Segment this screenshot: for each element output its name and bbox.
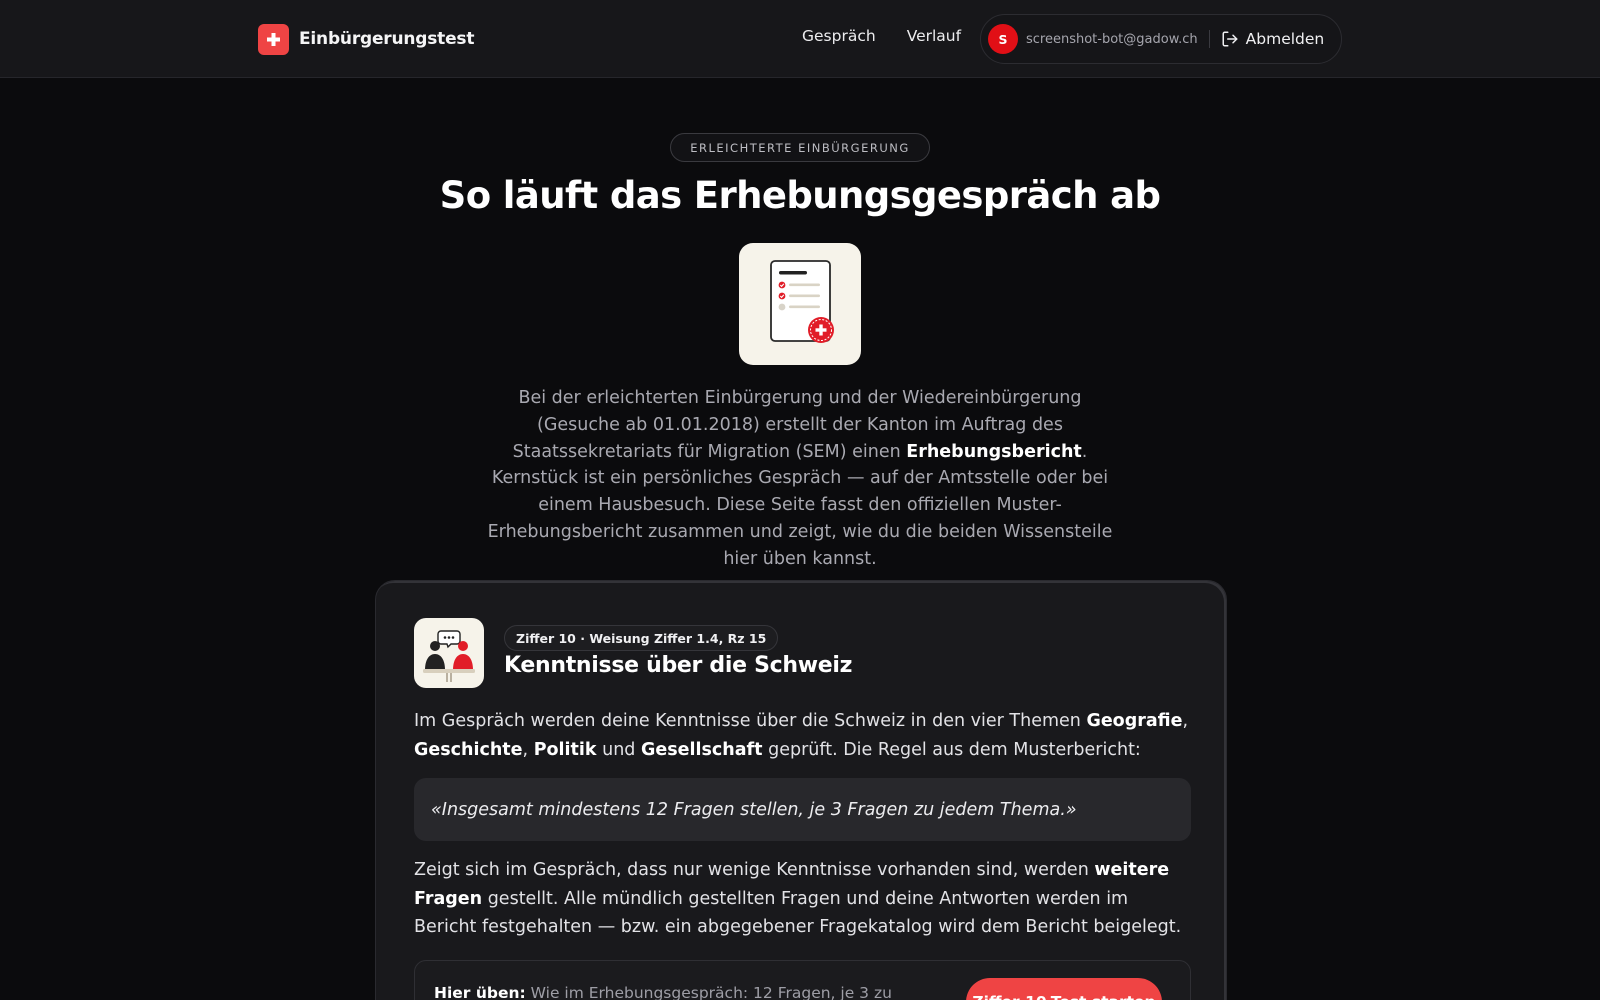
logout-label: Abmelden: [1245, 30, 1325, 48]
text-part: und: [596, 739, 641, 760]
top-navigation-bar: Einbürgerungstest Gespräch Verlauf S scr…: [0, 0, 1600, 78]
intro-bold-term: Erhebungsbericht: [906, 441, 1082, 462]
account-email: screenshot-bot@gadow.ch: [1026, 31, 1198, 47]
topic-gesellschaft: Gesellschaft: [640, 739, 763, 760]
practice-label: Hier üben:: [434, 984, 526, 1000]
logout-icon: [1222, 31, 1238, 47]
topic-geografie: Geografie: [1086, 711, 1183, 731]
nav-link-gespraech[interactable]: Gespräch: [802, 27, 876, 45]
checklist-document-icon: [739, 243, 861, 365]
account-divider: [1208, 30, 1210, 48]
logout-button[interactable]: Abmelden: [1221, 30, 1325, 48]
section-badge: ERLEICHTERTE EINBÜRGERUNG: [670, 133, 930, 162]
brand[interactable]: Einbürgerungstest: [258, 23, 474, 55]
section-paragraph-1: Im Gespräch werden deine Kenntnisse über…: [414, 707, 1194, 764]
text-part: Im Gespräch werden deine Kenntnisse über…: [414, 711, 1087, 731]
main-nav: Gespräch Verlauf: [802, 27, 961, 45]
brand-name: Einbürgerungstest: [299, 29, 475, 49]
account-menu: S screenshot-bot@gadow.ch Abmelden: [980, 14, 1342, 64]
page-title: So läuft das Erhebungsgespräch ab: [439, 174, 1161, 217]
practice-box: Hier üben: Wie im Erhebungsgespräch: 12 …: [414, 960, 1191, 1000]
avatar[interactable]: S: [988, 24, 1018, 54]
text-part: ,: [522, 739, 534, 760]
text-part: geprüft. Die Regel aus dem Musterbericht…: [762, 739, 1141, 760]
rule-quote: «Insgesamt mindestens 12 Fragen stellen,…: [414, 778, 1191, 841]
text-part: ,: [1182, 711, 1189, 731]
swiss-cross-icon: [258, 23, 289, 55]
nav-link-verlauf[interactable]: Verlauf: [907, 27, 961, 45]
text-part: gestellt. Alle mündlich gestellten Frage…: [414, 888, 1182, 938]
section-title: Kenntnisse über die Schweiz: [504, 653, 853, 678]
interview-people-icon: [414, 618, 484, 688]
section-paragraph-2: Zeigt sich im Gespräch, dass nur wenige …: [414, 856, 1194, 942]
section-reference-tag: Ziffer 10 · Weisung Ziffer 1.4, Rz 15: [504, 625, 779, 651]
topic-geschichte: Geschichte: [414, 739, 523, 760]
section-card-ziffer-10: Ziffer 10 · Weisung Ziffer 1.4, Rz 15 Ke…: [375, 580, 1227, 1000]
start-test-button[interactable]: Ziffer 10-Test starten: [966, 978, 1162, 1000]
intro-paragraph: Bei der erleichterten Einbürgerung und d…: [485, 385, 1115, 573]
text-part: Zeigt sich im Gespräch, dass nur wenige …: [414, 860, 1095, 880]
topic-politik: Politik: [533, 739, 597, 760]
practice-text: Hier üben: Wie im Erhebungsgespräch: 12 …: [434, 981, 954, 1000]
